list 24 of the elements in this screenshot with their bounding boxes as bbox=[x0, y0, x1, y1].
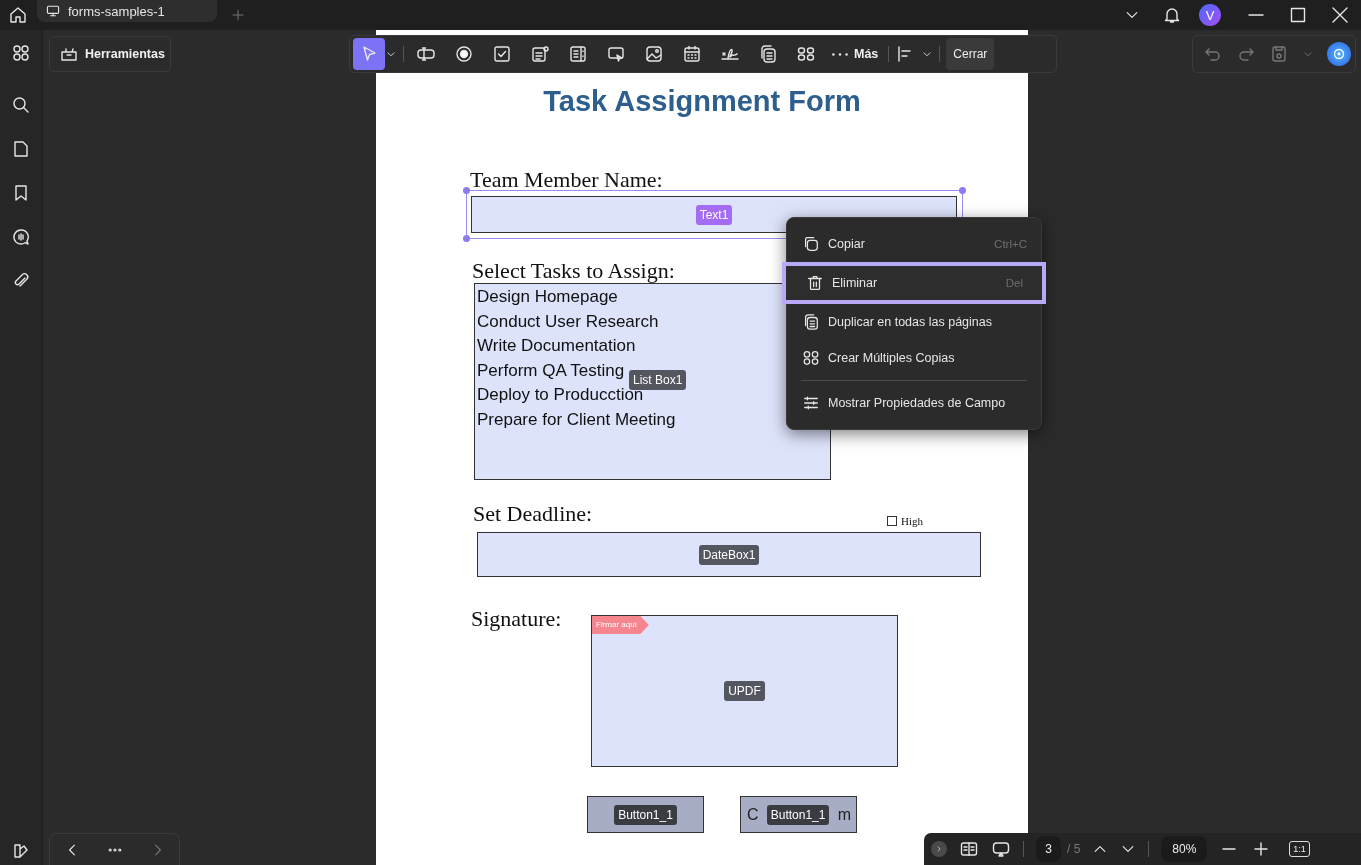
form-title: Task Assignment Form bbox=[542, 85, 862, 119]
tab-title: forms-samples-1 bbox=[68, 3, 165, 19]
field-name-tag: Text1 bbox=[695, 204, 733, 225]
field-label: Set Deadline: bbox=[473, 501, 593, 527]
field-label: Signature: bbox=[471, 606, 562, 632]
menu-label: Duplicar en todas las páginas bbox=[828, 315, 993, 329]
button-caption: C bbox=[747, 805, 759, 824]
field-name-tag: UPDF bbox=[724, 681, 765, 701]
field-name-tag: Button1_1 bbox=[766, 804, 830, 825]
field-name-tag: Button1_1 bbox=[614, 804, 677, 825]
menu-label: Mostrar Propiedades de Campo bbox=[828, 396, 1007, 410]
field-name-tag: DateBox1 bbox=[698, 544, 760, 565]
shortcut-text: Ctrl+C bbox=[994, 238, 1027, 250]
menu-label: Copiar bbox=[828, 237, 866, 251]
button-caption: m bbox=[837, 805, 851, 824]
menu-label: Crear Múltiples Copias bbox=[828, 351, 956, 365]
shortcut-text: Del bbox=[1005, 277, 1023, 289]
page-total: / 5 bbox=[1067, 842, 1081, 856]
menu-label: Eliminar bbox=[832, 276, 879, 290]
field-label: Select Tasks to Assign: bbox=[472, 258, 675, 284]
checkbox-label: High bbox=[901, 515, 923, 527]
sign-here-flag: Firmar aquí bbox=[592, 616, 649, 634]
field-label: Team Member Name: bbox=[470, 167, 663, 193]
field-name-tag: List Box1 bbox=[629, 370, 687, 390]
